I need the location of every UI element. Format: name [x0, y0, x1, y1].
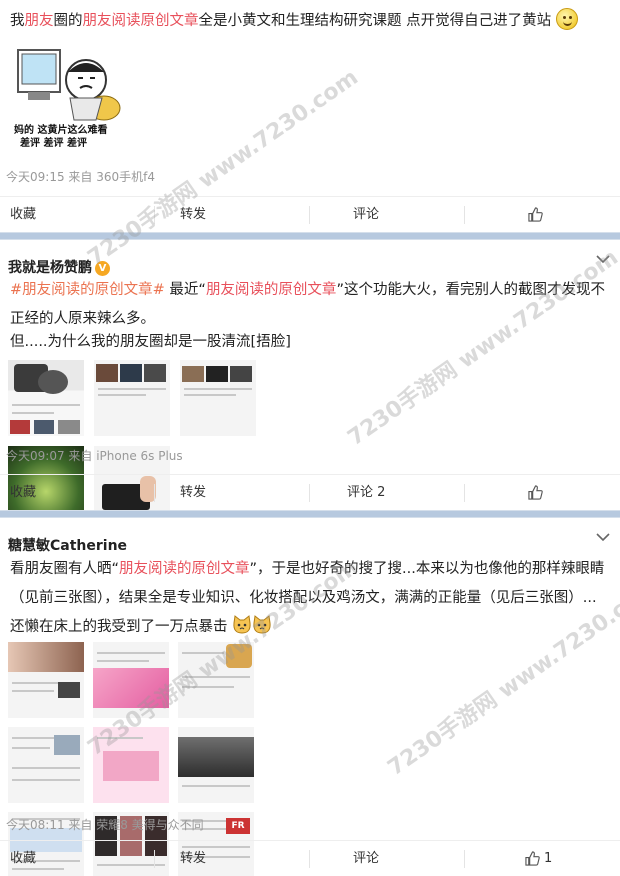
grid-image[interactable]: [93, 727, 169, 803]
hashtag-link[interactable]: #朋友阅读的原创文章#: [10, 282, 165, 298]
forward-button[interactable]: 转发: [155, 475, 310, 511]
highlight-term: 朋友阅读的原创文章: [205, 282, 337, 298]
like-button[interactable]: 1: [465, 841, 620, 876]
post-text: 我朋友圈的朋友阅读原创文章全是小黄文和生理结构研究课题 点开觉得自己进了黄站: [0, 7, 620, 36]
grid-image[interactable]: [180, 360, 256, 436]
chevron-down-icon[interactable]: [596, 532, 610, 542]
like-button[interactable]: [465, 197, 620, 233]
comment-button[interactable]: 评论: [310, 841, 465, 876]
post-text-line-2: 但.....为什么我的朋友圈却是一股清流[捂脸]: [10, 334, 291, 350]
grid-image[interactable]: [8, 727, 84, 803]
grid-image[interactable]: [8, 642, 84, 718]
post-text: 看朋友圈有人晒“朋友阅读的原创文章”，于是也好奇的搜了搜...本来以为也像他的那…: [10, 561, 605, 635]
highlight-term: 朋友: [24, 13, 54, 29]
cat-emoji-icon: [233, 615, 251, 634]
chevron-down-icon[interactable]: [596, 254, 610, 264]
action-bar: 收藏 转发 评论: [0, 196, 620, 232]
like-count: 1: [544, 851, 553, 866]
collect-button[interactable]: 收藏: [0, 197, 155, 233]
thumbs-up-icon: [528, 207, 543, 222]
verified-badge-icon: V: [95, 261, 110, 276]
thumbs-up-icon: [528, 485, 543, 500]
action-bar: 收藏 转发 评论 2: [0, 474, 620, 510]
post-meta: 今天09:15 来自 360手机f4: [6, 170, 155, 184]
post-meta: 今天09:07 来自 iPhone 6s Plus: [6, 449, 183, 463]
author-name[interactable]: 我就是杨赞鹏 V: [8, 257, 110, 277]
post-image[interactable]: 妈的 这黄片这么难看 差评 差评 差评: [12, 40, 122, 150]
logo-fr: FR: [226, 818, 250, 834]
thumbs-up-icon: [525, 851, 540, 866]
collect-button[interactable]: 收藏: [0, 841, 155, 876]
comment-button[interactable]: 评论 2: [310, 475, 465, 511]
grid-image[interactable]: [178, 642, 254, 718]
highlight-term: 朋友阅读的原创文章: [119, 561, 250, 577]
post-separator: [0, 510, 620, 518]
cat-emoji-icon: [253, 615, 271, 634]
post-1: 我朋友圈的朋友阅读原创文章全是小黄文和生理结构研究课题 点开觉得自己进了黄站 妈…: [0, 0, 620, 232]
post-meta: 今天08:11 来自 荣耀8 美得与众不同: [6, 818, 204, 832]
image-caption-line-2: 差评 差评 差评: [20, 138, 87, 149]
grid-image[interactable]: [178, 727, 254, 803]
post-2: 我就是杨赞鹏 V #朋友阅读的原创文章# 最近“朋友阅读的原创文章”这个功能大火，…: [0, 240, 620, 522]
grid-image[interactable]: [94, 360, 170, 436]
like-button[interactable]: [465, 475, 620, 511]
forward-button[interactable]: 转发: [155, 841, 310, 876]
post-separator: [0, 232, 620, 240]
highlight-term: 朋友阅读原创文章: [82, 13, 199, 29]
forward-button[interactable]: 转发: [155, 197, 310, 233]
post-text: #朋友阅读的原创文章# 最近“朋友阅读的原创文章”这个功能大火，看完别人的截图才…: [10, 282, 605, 327]
author-name[interactable]: 糖慧敏Catherine: [8, 535, 127, 555]
smiley-icon: [555, 8, 578, 30]
action-bar: 收藏 转发 评论 1: [0, 840, 620, 876]
collect-button[interactable]: 收藏: [0, 475, 155, 511]
grid-image[interactable]: [8, 360, 84, 436]
comment-button[interactable]: 评论: [310, 197, 465, 233]
grid-image[interactable]: [93, 642, 169, 718]
post-3: 糖慧敏Catherine 看朋友圈有人晒“朋友阅读的原创文章”，于是也好奇的搜了…: [0, 518, 620, 876]
